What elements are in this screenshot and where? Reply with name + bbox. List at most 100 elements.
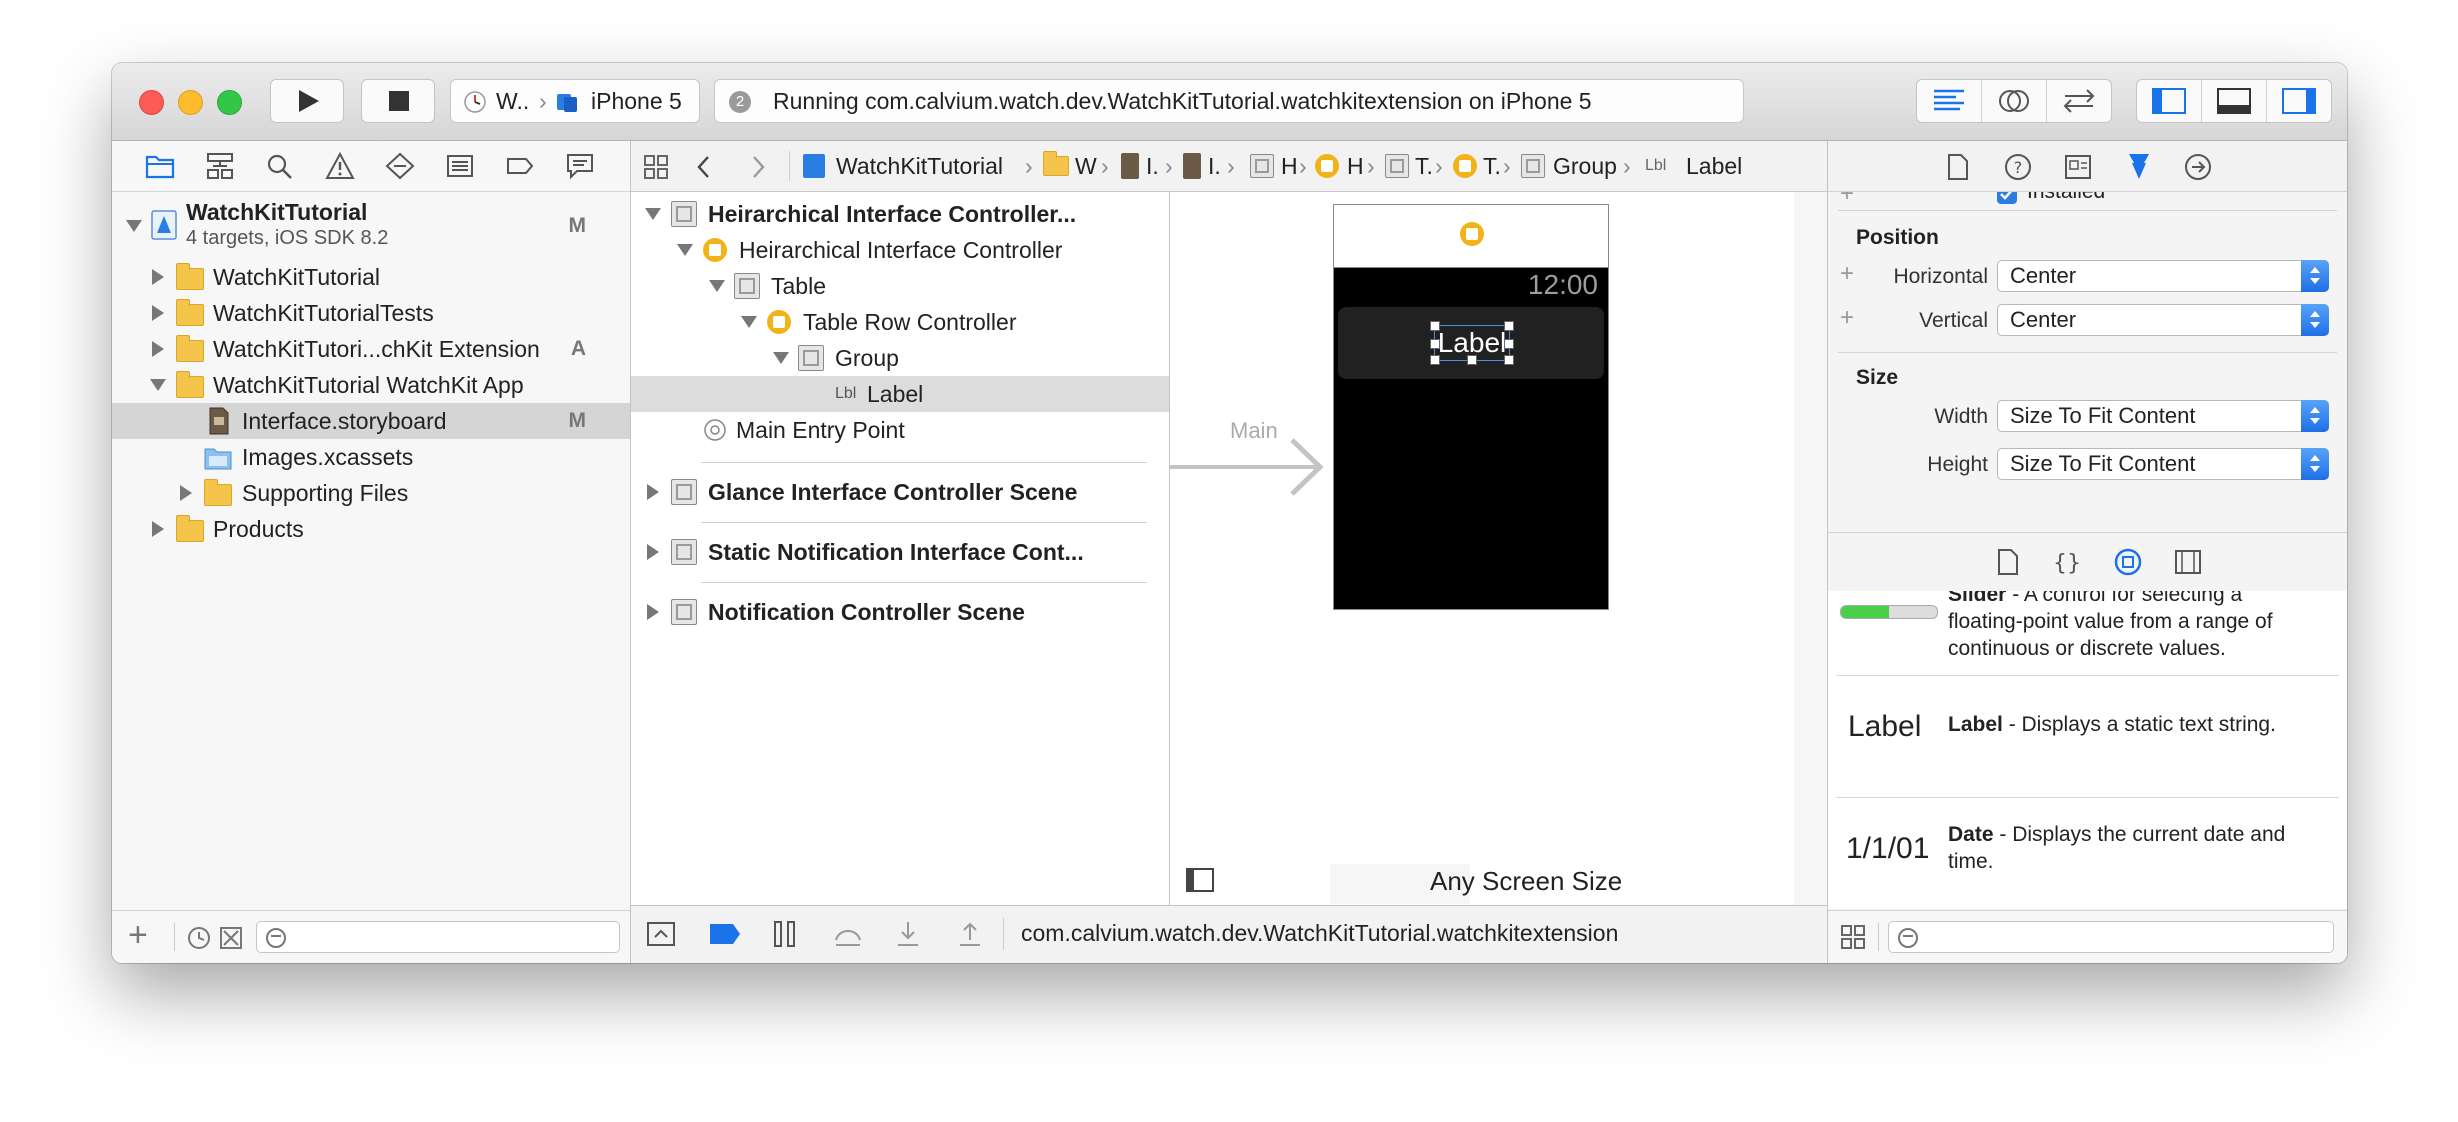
scheme-selector[interactable]: W.. › iPhone 5 bbox=[450, 79, 700, 123]
outline-row-controller[interactable]: Table Row Controller bbox=[631, 304, 1169, 340]
disclosure-open-icon[interactable] bbox=[677, 244, 693, 256]
resize-handle[interactable] bbox=[1504, 355, 1514, 365]
installed-checkbox[interactable] bbox=[1997, 192, 2017, 204]
resize-handle[interactable] bbox=[1430, 355, 1440, 365]
identity-inspector-icon[interactable] bbox=[2064, 154, 2092, 180]
find-navigator-tab[interactable] bbox=[265, 151, 295, 181]
breadcrumb-group[interactable]: Group bbox=[1553, 141, 1617, 191]
tree-item-interface-storyboard[interactable]: Interface.storyboard M bbox=[112, 403, 630, 439]
project-row[interactable]: WatchKitTutorial 4 targets, iOS SDK 8.2 … bbox=[112, 195, 630, 257]
table-row-group[interactable]: Label bbox=[1338, 307, 1604, 379]
tree-item-supporting-files[interactable]: Supporting Files bbox=[112, 475, 630, 511]
quick-help-icon[interactable]: ? bbox=[2004, 153, 2032, 181]
disclosure-open-icon[interactable] bbox=[150, 379, 166, 391]
disclosure-open-icon[interactable] bbox=[773, 352, 789, 364]
controller-icon[interactable] bbox=[1460, 222, 1484, 246]
test-navigator-tab[interactable] bbox=[385, 151, 415, 181]
library-item-date[interactable]: 1/1/01 Date - Displays the current date … bbox=[1828, 821, 2347, 891]
symbol-navigator-tab[interactable] bbox=[205, 151, 235, 181]
disclosure-closed-icon[interactable] bbox=[647, 484, 659, 500]
add-variation-button[interactable]: + bbox=[1840, 304, 1854, 332]
library-item-label[interactable]: Label Label - Displays a static text str… bbox=[1828, 710, 2347, 771]
pause-icon[interactable] bbox=[771, 920, 799, 948]
outline-label-item[interactable]: Lbl Label bbox=[631, 376, 1169, 412]
recent-files-clock-icon[interactable] bbox=[186, 925, 212, 951]
step-out-icon[interactable] bbox=[957, 920, 983, 948]
tree-item-watchkit-extension[interactable]: WatchKitTutori...chKit Extension A bbox=[112, 331, 630, 367]
disclosure-open-icon[interactable] bbox=[126, 220, 142, 232]
outline-scene-notification[interactable]: Notification Controller Scene bbox=[631, 594, 1169, 630]
breadcrumb-scene[interactable]: H bbox=[1281, 141, 1298, 191]
disclosure-closed-icon[interactable] bbox=[180, 485, 192, 501]
disclosure-closed-icon[interactable] bbox=[647, 544, 659, 560]
outline-group[interactable]: Group bbox=[631, 340, 1169, 376]
step-into-icon[interactable] bbox=[895, 920, 921, 948]
disclosure-closed-icon[interactable] bbox=[152, 269, 164, 285]
assistant-editor-button[interactable] bbox=[1982, 80, 2047, 122]
tree-item-products[interactable]: Products bbox=[112, 511, 630, 547]
step-over-icon[interactable] bbox=[833, 922, 863, 948]
attributes-inspector-icon[interactable] bbox=[2124, 151, 2154, 181]
tree-item-watchkittutorial[interactable]: WatchKitTutorial bbox=[112, 259, 630, 295]
breadcrumb-row[interactable]: T. bbox=[1483, 141, 1501, 191]
disclosure-open-icon[interactable] bbox=[709, 280, 725, 292]
object-library-icon[interactable] bbox=[2114, 548, 2142, 576]
resize-handle[interactable] bbox=[1504, 339, 1514, 349]
file-inspector-icon[interactable] bbox=[1946, 153, 1970, 181]
issue-navigator-tab[interactable] bbox=[325, 151, 355, 181]
library-item-slider[interactable]: Slider - A control for selecting a float… bbox=[1828, 591, 2347, 661]
related-items-grid-icon[interactable] bbox=[643, 154, 669, 180]
toggle-utilities-button[interactable] bbox=[2267, 80, 2331, 122]
outline-scene-glance[interactable]: Glance Interface Controller Scene bbox=[631, 474, 1169, 510]
minimize-window-button[interactable] bbox=[178, 90, 203, 115]
toggle-outline-icon[interactable] bbox=[1186, 868, 1214, 892]
outline-scene-static-notification[interactable]: Static Notification Interface Cont... bbox=[631, 534, 1169, 570]
height-sizing-popup[interactable]: Size To Fit Content bbox=[1997, 448, 2329, 480]
horizontal-alignment-popup[interactable]: Center bbox=[1997, 260, 2329, 292]
disclosure-closed-icon[interactable] bbox=[647, 604, 659, 620]
standard-editor-button[interactable] bbox=[1917, 80, 1982, 122]
disclosure-closed-icon[interactable] bbox=[152, 521, 164, 537]
breadcrumb-file[interactable]: I. bbox=[1146, 141, 1159, 191]
hide-debug-area-icon[interactable] bbox=[647, 922, 675, 946]
navigator-filter-field[interactable] bbox=[256, 921, 620, 953]
breakpoint-navigator-tab[interactable] bbox=[505, 151, 535, 181]
outline-table[interactable]: Table bbox=[631, 268, 1169, 304]
breadcrumb-label[interactable]: Label bbox=[1686, 141, 1742, 191]
resize-handle[interactable] bbox=[1430, 321, 1440, 331]
grid-view-icon[interactable] bbox=[1840, 924, 1866, 950]
toggle-debug-area-button[interactable] bbox=[2202, 80, 2267, 122]
outline-main-entry-point[interactable]: Main Entry Point bbox=[631, 412, 1169, 448]
tree-item-tests[interactable]: WatchKitTutorialTests bbox=[112, 295, 630, 331]
zoom-window-button[interactable] bbox=[217, 90, 242, 115]
source-control-filter-icon[interactable] bbox=[218, 925, 244, 951]
disclosure-closed-icon[interactable] bbox=[152, 341, 164, 357]
library-filter-field[interactable] bbox=[1888, 921, 2334, 953]
breadcrumb-project[interactable]: WatchKitTutorial bbox=[836, 141, 1003, 191]
stop-button[interactable] bbox=[361, 79, 435, 123]
code-snippet-library-icon[interactable]: {} bbox=[2054, 548, 2080, 576]
disclosure-open-icon[interactable] bbox=[741, 316, 757, 328]
size-class-selector[interactable]: Any Screen Size bbox=[1430, 866, 1622, 897]
tree-item-watchkit-app[interactable]: WatchKitTutorial WatchKit App bbox=[112, 367, 630, 403]
activity-count-badge[interactable]: 2 bbox=[729, 91, 751, 113]
connections-inspector-icon[interactable] bbox=[2184, 153, 2212, 181]
resize-handle[interactable] bbox=[1430, 339, 1440, 349]
watch-label-selection[interactable]: Label bbox=[1430, 321, 1514, 365]
tree-item-images-xcassets[interactable]: Images.xcassets bbox=[112, 439, 630, 475]
outline-scene-heirarchical[interactable]: Heirarchical Interface Controller... bbox=[631, 196, 1169, 232]
disclosure-closed-icon[interactable] bbox=[152, 305, 164, 321]
disclosure-open-icon[interactable] bbox=[645, 208, 661, 220]
close-window-button[interactable] bbox=[139, 90, 164, 115]
add-file-button[interactable]: + bbox=[128, 917, 148, 953]
breakpoint-toggle-icon[interactable] bbox=[709, 923, 741, 945]
run-button[interactable] bbox=[270, 79, 344, 123]
forward-arrow-icon[interactable] bbox=[749, 154, 767, 180]
report-navigator-tab[interactable] bbox=[565, 151, 595, 181]
version-editor-button[interactable] bbox=[2047, 80, 2111, 122]
breadcrumb-folder[interactable]: W bbox=[1075, 141, 1097, 191]
add-variation-button[interactable]: + bbox=[1840, 192, 1854, 208]
width-sizing-popup[interactable]: Size To Fit Content bbox=[1997, 400, 2329, 432]
debug-navigator-tab[interactable] bbox=[445, 151, 475, 181]
breadcrumb-interface[interactable]: I. bbox=[1208, 141, 1221, 191]
